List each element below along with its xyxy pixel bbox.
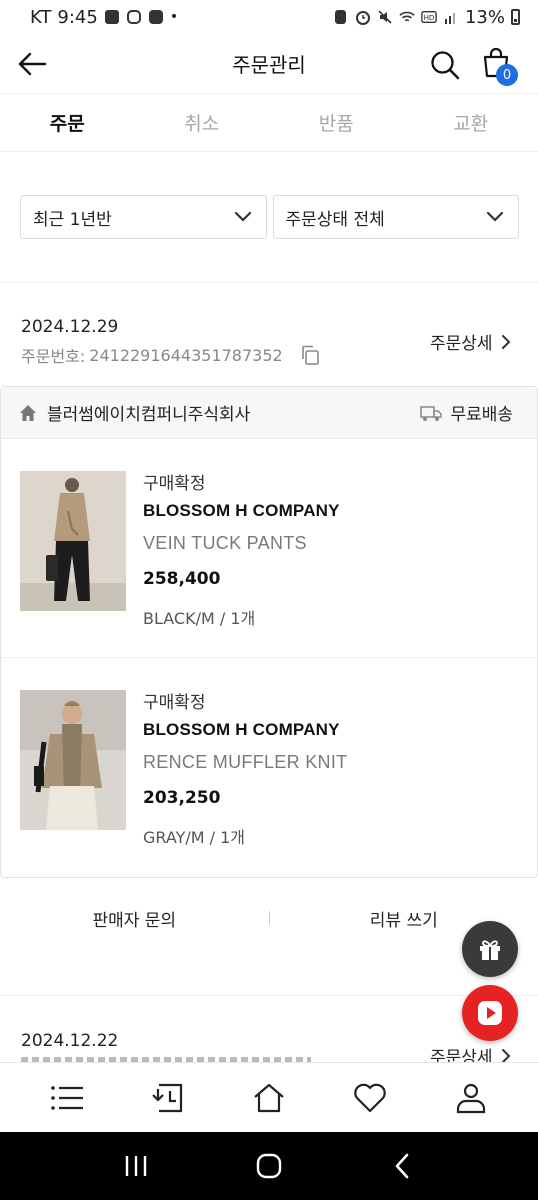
order-number-label: 주문번호: [21, 347, 86, 366]
chevron-down-icon [486, 211, 504, 222]
product-status: 구매확정 [143, 474, 206, 494]
seller-inquiry-button[interactable]: 판매자 문의 [0, 906, 269, 931]
hd-icon: HD [421, 9, 437, 25]
clock: 9:45 [57, 6, 98, 28]
shop-header: 블러썸에이치컴퍼니주식회사 무료배송 [1, 387, 537, 439]
order-date: 2024.12.22 [21, 1031, 119, 1051]
battery-icon [511, 9, 520, 25]
tab-cancel[interactable]: 취소 [135, 94, 270, 151]
shop-name-wrap[interactable]: 블러썸에이치컴퍼니주식회사 [19, 400, 250, 425]
back-button[interactable] [14, 46, 50, 82]
gift-button[interactable] [462, 921, 518, 977]
status-select[interactable]: 주문상태 전체 [272, 195, 519, 239]
carrier-label: KT [30, 6, 52, 28]
system-home-icon [256, 1153, 282, 1179]
cart-button[interactable]: 0 [478, 44, 520, 86]
tab-order[interactable]: 주문 [0, 94, 135, 151]
order-actions: 판매자 문의 리뷰 쓰기 [0, 895, 538, 941]
system-back-button[interactable] [377, 1141, 427, 1191]
order-tabs: 주문 취소 반품 교환 [0, 94, 538, 152]
product-image[interactable] [20, 690, 126, 830]
product-status: 구매확정 [143, 693, 206, 713]
product-info: 구매확정 BLOSSOM H COMPANY RENCE MUFFLER KNI… [143, 688, 503, 848]
shipping-label: 무료배송 [450, 405, 513, 425]
video-play-button[interactable] [462, 985, 518, 1041]
signal-icon [443, 9, 459, 25]
nav-menu[interactable] [37, 1068, 97, 1128]
tab-return[interactable]: 반품 [269, 94, 404, 151]
arrow-left-icon [18, 52, 47, 76]
home-icon [254, 1083, 284, 1112]
instagram-icon [126, 9, 142, 25]
product-brand: BLOSSOM H COMPANY [143, 720, 340, 739]
shop-name: 블러썸에이치컴퍼니주식회사 [47, 405, 251, 425]
nav-home[interactable] [239, 1068, 299, 1128]
product-price: 258,400 [143, 569, 221, 589]
order-product-item[interactable]: 구매확정 BLOSSOM H COMPANY VEIN TUCK PANTS 2… [1, 439, 537, 657]
mute-icon [377, 9, 393, 25]
search-icon [431, 51, 460, 80]
heart-icon [354, 1083, 386, 1112]
system-home-button[interactable] [244, 1141, 294, 1191]
period-select[interactable]: 최근 1년반 [20, 195, 267, 239]
recent-apps-button[interactable] [111, 1141, 161, 1191]
order-number: 2412291644351787352 [89, 345, 283, 365]
product-option: BLACK/M / 1개 [143, 609, 256, 628]
filters: 최근 1년반 주문상태 전체 [20, 195, 519, 239]
order-detail-link[interactable]: 주문상세 [430, 329, 511, 354]
app-header: 주문관리 0 [0, 34, 538, 94]
battery-saver-icon [333, 9, 349, 25]
nav-wishlist[interactable] [340, 1068, 400, 1128]
period-select-value: 최근 1년반 [33, 209, 112, 230]
bottom-nav [0, 1062, 538, 1132]
chevron-down-icon [234, 211, 251, 222]
cart-count-badge: 0 [496, 64, 518, 86]
image-icon [104, 9, 120, 25]
status-right: HD 13% [333, 7, 520, 28]
home-icon [20, 404, 36, 421]
chevron-right-icon [501, 334, 510, 349]
order-product-item[interactable]: 구매확정 BLOSSOM H COMPANY RENCE MUFFLER KNI… [1, 657, 537, 875]
product-option: GRAY/M / 1개 [143, 828, 246, 847]
nav-profile[interactable] [441, 1068, 501, 1128]
system-back-icon [395, 1153, 408, 1179]
status-select-value: 주문상태 전체 [285, 209, 385, 230]
alarm-icon [355, 9, 371, 25]
search-button[interactable] [426, 46, 464, 84]
status-dot: • [169, 9, 179, 25]
system-nav-bar [0, 1132, 538, 1200]
svg-text:HD: HD [424, 13, 435, 22]
shop-order-card: 블러썸에이치컴퍼니주식회사 무료배송 구매확정 BLOSSOM H COMPAN… [0, 386, 538, 878]
shipping-info: 무료배송 [420, 400, 513, 425]
product-image[interactable] [20, 471, 126, 611]
battery-percent: 13% [464, 6, 505, 28]
gift-icon [480, 940, 500, 960]
product-name: RENCE MUFFLER KNIT [143, 752, 348, 772]
section-divider [0, 995, 538, 996]
order-date: 2024.12.29 [21, 317, 119, 337]
product-info: 구매확정 BLOSSOM H COMPANY VEIN TUCK PANTS 2… [143, 469, 503, 629]
order-detail-label: 주문상세 [430, 334, 493, 354]
recent-apps-icon [126, 1156, 147, 1176]
product-name: VEIN TUCK PANTS [143, 533, 307, 553]
status-bar: KT 9:45 • HD 13% [0, 0, 538, 34]
page-title: 주문관리 [232, 53, 306, 77]
order-number-row: 주문번호: 2412291644351787352 [21, 343, 321, 367]
product-brand: BLOSSOM H COMPANY [143, 501, 340, 520]
product-price: 203,250 [143, 788, 221, 808]
play-icon [478, 1001, 502, 1025]
tab-exchange[interactable]: 교환 [404, 94, 538, 151]
profile-icon [457, 1083, 486, 1113]
copy-icon[interactable] [299, 344, 321, 366]
recent-icon [152, 1083, 182, 1112]
section-divider [0, 282, 538, 283]
menu-icon [50, 1085, 83, 1110]
status-left: KT 9:45 • [30, 7, 178, 28]
nav-recent[interactable] [138, 1068, 198, 1128]
wifi-icon [399, 9, 415, 25]
alert-icon [148, 9, 164, 25]
truck-icon [420, 405, 443, 421]
